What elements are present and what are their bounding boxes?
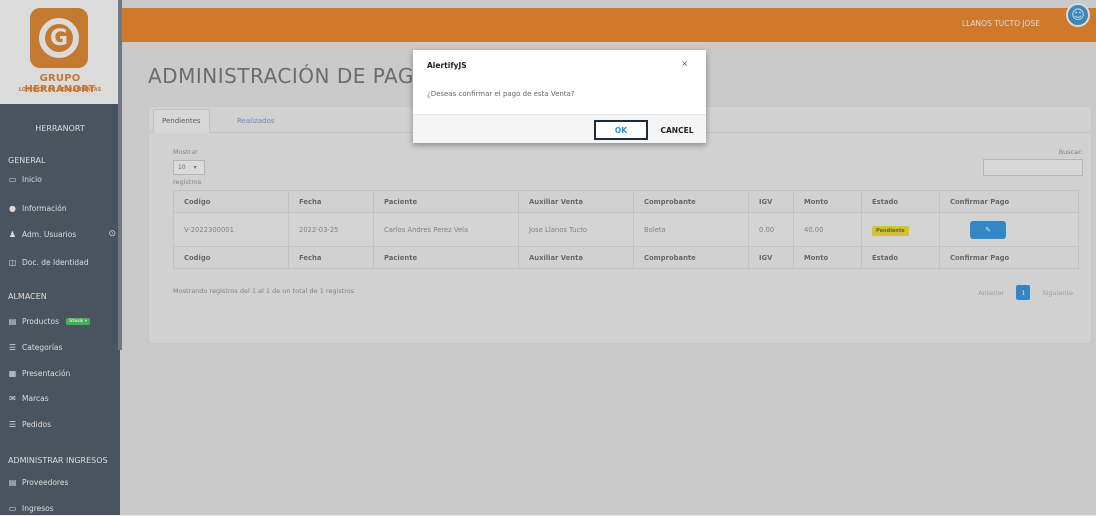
dialog-title: AlertifyJS: [427, 61, 467, 70]
close-icon[interactable]: ×: [681, 59, 688, 68]
cancel-button[interactable]: CANCEL: [653, 120, 701, 140]
confirm-dialog: AlertifyJS × ¿Deseas confirmar el pago d…: [413, 50, 706, 143]
dialog-footer: OK CANCEL: [413, 114, 706, 143]
ok-button[interactable]: OK: [594, 120, 648, 140]
dialog-message: ¿Deseas confirmar el pago de esta Venta?: [427, 90, 575, 98]
